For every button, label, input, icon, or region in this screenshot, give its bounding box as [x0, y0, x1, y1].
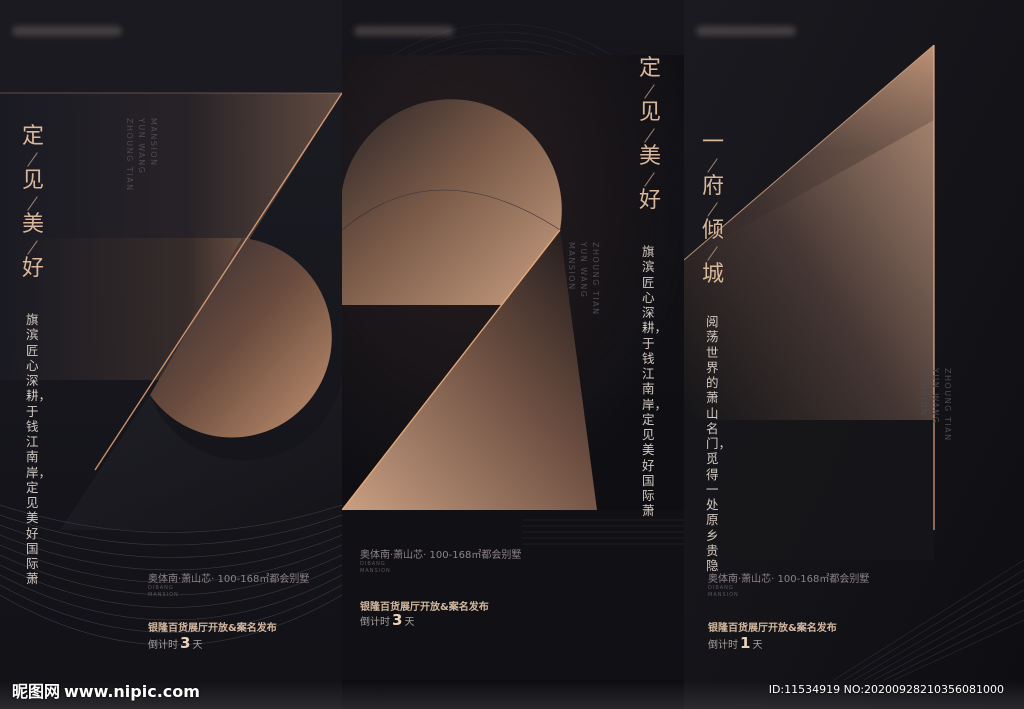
latin-subtitle: ZHOUNG TIAN: [125, 118, 134, 192]
title-char: 见: [639, 100, 662, 125]
title-char: 倾: [702, 218, 725, 243]
logo-line: MANSION: [360, 568, 391, 574]
vertical-body-text: 阅荡世界的萧山名门，觅得一处原乡贵隐: [706, 314, 732, 573]
countdown-prefix: 倒计时: [360, 617, 390, 628]
watermark-site: www.nipic.com: [64, 682, 200, 701]
poster-panel-2: 定 见 美 好 旗滨匠心深耕，于钱江南岸，定见美好国际萧 ZHOUNG TIAN…: [342, 0, 684, 709]
logo-line: DIBANG: [360, 561, 386, 567]
poster-panel-1: 定 见 美 好 旗滨匠心深耕，于钱江南岸，定见美好国际萧 ZHOUNG TIAN…: [0, 0, 342, 709]
event-line: 银隆百货展厅开放&案名发布: [148, 623, 277, 634]
countdown: 倒计时 3 天: [148, 634, 202, 652]
latin-subtitle: YUN WANG: [931, 368, 940, 425]
slash-divider: [24, 196, 42, 210]
vertical-title: 一 府 倾 城: [702, 132, 724, 286]
blurred-header-text: [12, 26, 122, 36]
title-char: 好: [639, 188, 662, 213]
title-char: 定: [639, 56, 662, 81]
countdown-number: 3: [180, 634, 191, 652]
logo-line: MANSION: [148, 592, 179, 598]
latin-subtitle: YUN WANG: [137, 118, 146, 175]
vertical-body-text: 旗滨匠心深耕，于钱江南岸，定见美好国际萧: [26, 312, 52, 587]
logo-line: DIBANG: [708, 585, 734, 591]
slash-divider: [641, 172, 659, 186]
logo-line: MANSION: [708, 592, 739, 598]
slash-divider: [704, 246, 722, 260]
latin-subtitle: ZHOUNG TIAN: [943, 368, 952, 442]
title-char: 定: [22, 124, 45, 149]
countdown: 倒计时 3 天: [360, 611, 414, 629]
title-char: 城: [702, 262, 725, 287]
small-logo: DIBANG MANSION: [148, 585, 179, 599]
vertical-title: 定 见 美 好: [22, 126, 44, 280]
slash-divider: [704, 202, 722, 216]
latin-subtitle: ZHOUNG TIAN: [591, 242, 600, 316]
title-char: 一: [702, 130, 725, 155]
latin-subtitle: MANSION: [567, 242, 576, 291]
latin-subtitle: MANSION: [919, 368, 928, 417]
logo-line: DIBANG: [148, 585, 174, 591]
slash-divider: [641, 84, 659, 98]
event-line: 银隆百货展厅开放&案名发布: [708, 623, 837, 634]
title-char: 府: [702, 174, 725, 199]
vertical-title: 定 见 美 好: [639, 58, 661, 212]
countdown-number: 1: [740, 634, 751, 652]
latin-subtitle: MANSION: [149, 118, 158, 167]
blurred-header-text: [354, 26, 454, 36]
small-logo: DIBANG MANSION: [360, 561, 391, 575]
info-line: 奥体南·萧山芯· 100-168㎡都会别墅: [708, 574, 870, 585]
latin-subtitle: YUN WANG: [579, 242, 588, 299]
info-line: 奥体南·萧山芯· 100-168㎡都会别墅: [360, 550, 522, 561]
title-char: 美: [22, 212, 45, 237]
blurred-header-text: [696, 26, 796, 36]
numeral-1-artwork: [684, 0, 1024, 709]
slash-divider: [641, 128, 659, 142]
title-char: 美: [639, 144, 662, 169]
numeral-3-artwork: [0, 0, 342, 709]
small-logo: DIBANG MANSION: [708, 585, 739, 599]
title-char: 见: [22, 168, 45, 193]
slash-divider: [24, 152, 42, 166]
countdown-suffix: 天: [404, 617, 415, 628]
poster-panel-3: 一 府 倾 城 阅荡世界的萧山名门，觅得一处原乡贵隐 ZHOUNG TIAN Y…: [684, 0, 1024, 709]
slash-divider: [704, 158, 722, 172]
slash-divider: [24, 240, 42, 254]
countdown-prefix: 倒计时: [708, 640, 738, 651]
watermark-brand: 昵图网 www.nipic.com: [12, 678, 200, 702]
countdown-prefix: 倒计时: [148, 640, 178, 651]
countdown-number: 3: [392, 611, 403, 629]
info-line: 奥体南·萧山芯· 100-168㎡都会别墅: [148, 574, 310, 585]
watermark-id: ID:11534919 NO:20200928210356081000: [768, 683, 1004, 696]
countdown-suffix: 天: [192, 640, 203, 651]
title-char: 好: [22, 256, 45, 281]
countdown-suffix: 天: [752, 640, 763, 651]
countdown: 倒计时 1 天: [708, 634, 762, 652]
vertical-body-text: 旗滨匠心深耕，于钱江南岸，定见美好国际萧: [642, 244, 668, 519]
watermark-brand-name: 昵图网: [12, 682, 61, 701]
